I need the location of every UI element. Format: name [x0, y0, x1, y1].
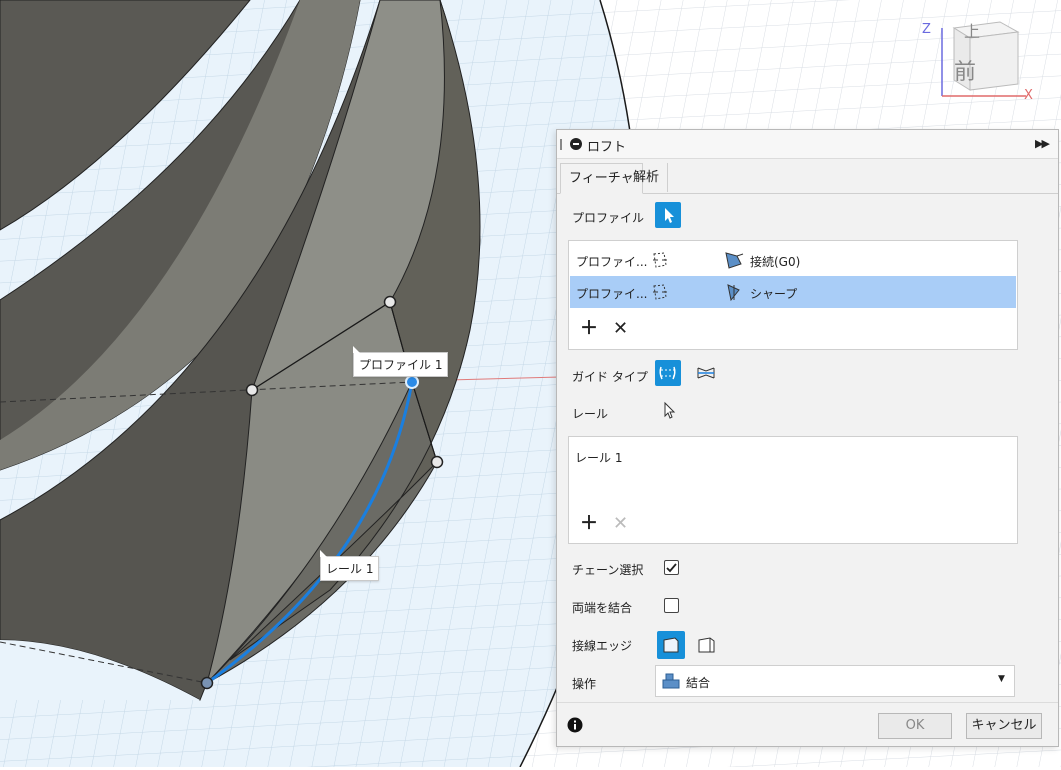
add-profile-button[interactable]: ＋: [580, 320, 598, 338]
rail-list: レール 1 ＋ ✕: [568, 436, 1018, 544]
profile-row-selected[interactable]: プロファイ... シャープ: [570, 276, 1016, 308]
axis-x-label: X: [1024, 88, 1033, 103]
rail-callout: レール 1: [320, 550, 380, 581]
tab-analysis[interactable]: 解析: [625, 163, 669, 192]
cancel-button[interactable]: キャンセル: [966, 713, 1042, 739]
axis-z-label: Z: [922, 22, 931, 37]
pointer-icon: [665, 208, 674, 223]
rail-end-point[interactable]: [200, 676, 214, 690]
close-ends-checkbox[interactable]: [664, 598, 679, 613]
profile-row-name: プロファイ...: [576, 255, 648, 269]
view-cube-top-face[interactable]: 上: [964, 18, 980, 42]
profile-row-name: プロファイ...: [576, 287, 648, 301]
expand-icon[interactable]: ▶▶: [1035, 137, 1050, 150]
profile-select-button[interactable]: [655, 202, 681, 228]
profile-type-icon[interactable]: [650, 282, 670, 302]
profile-callout: プロファイル 1: [353, 346, 449, 377]
view-cube[interactable]: Z X 上 前: [918, 14, 1038, 106]
pointer-icon: [664, 401, 676, 419]
ok-button-label: OK: [905, 718, 925, 733]
tangent-edges-keep-button[interactable]: [693, 631, 721, 659]
operation-select[interactable]: 結合 ▼: [655, 665, 1015, 697]
chevron-down-icon[interactable]: ▼: [998, 674, 1005, 684]
rail-guide-icon: [659, 366, 676, 380]
tangent-edges-label: 接線エッジ: [572, 639, 633, 653]
profile-row-condition[interactable]: シャープ: [750, 285, 797, 302]
drag-handle-icon[interactable]: [560, 139, 562, 150]
close-ends-label: 両端を結合: [572, 601, 633, 615]
remove-profile-button[interactable]: ✕: [613, 320, 628, 338]
rail-label: レール: [572, 407, 609, 421]
cancel-button-label: キャンセル: [971, 718, 1037, 733]
profile-point[interactable]: [430, 455, 444, 469]
profile-point[interactable]: [245, 383, 259, 397]
sharp-icon[interactable]: [723, 282, 745, 302]
loft-dialog: ロフト ▶▶ フィーチャ 解析 プロファイル プロファイ... 接続(G0) プ…: [556, 129, 1059, 747]
operation-value: 結合: [686, 676, 711, 690]
rail-select-button[interactable]: [659, 398, 685, 424]
info-icon[interactable]: [567, 717, 583, 733]
dialog-title: ロフト: [587, 140, 627, 155]
profile-point[interactable]: [383, 295, 397, 309]
rail-list-item[interactable]: レール 1: [575, 449, 622, 466]
connected-g0-icon[interactable]: [723, 250, 745, 270]
selected-point[interactable]: [405, 375, 419, 389]
merge-edges-icon: [663, 637, 679, 653]
guide-type-label: ガイド タイプ: [572, 370, 648, 384]
tab-bar: フィーチャ 解析: [557, 163, 1058, 194]
tab-analysis-label: 解析: [633, 170, 660, 185]
profile-row[interactable]: プロファイ... 接続(G0): [570, 244, 1016, 276]
profile-row-condition[interactable]: 接続(G0): [750, 253, 800, 270]
rail-guide-button[interactable]: [655, 360, 681, 386]
dialog-header[interactable]: ロフト ▶▶: [557, 130, 1058, 159]
remove-rail-button[interactable]: ✕: [613, 515, 628, 533]
dialog-footer: OK キャンセル: [557, 702, 1058, 747]
profile-label: プロファイル: [572, 211, 645, 225]
rail-callout-text: レール 1: [326, 562, 374, 576]
chain-select-label: チェーン選択: [572, 563, 644, 577]
profile-callout-text: プロファイル 1: [359, 358, 443, 372]
check-icon: [666, 563, 677, 573]
ok-button[interactable]: OK: [878, 713, 952, 739]
centerline-guide-button[interactable]: [693, 360, 719, 386]
view-cube-front-face[interactable]: 前: [954, 54, 976, 86]
chain-select-checkbox[interactable]: [664, 560, 679, 575]
centerline-guide-icon: [697, 367, 715, 379]
add-rail-button[interactable]: ＋: [580, 515, 598, 533]
keep-edges-icon: [698, 637, 715, 653]
collapse-icon[interactable]: [570, 138, 582, 150]
operation-label: 操作: [572, 677, 597, 691]
profile-list: プロファイ... 接続(G0) プロファイ... シャープ ＋ ✕: [568, 240, 1018, 350]
profile-type-icon[interactable]: [650, 250, 670, 270]
tab-feature-label: フィーチャ: [569, 171, 634, 186]
tangent-edges-merge-button[interactable]: [657, 631, 685, 659]
join-icon: [662, 673, 680, 689]
